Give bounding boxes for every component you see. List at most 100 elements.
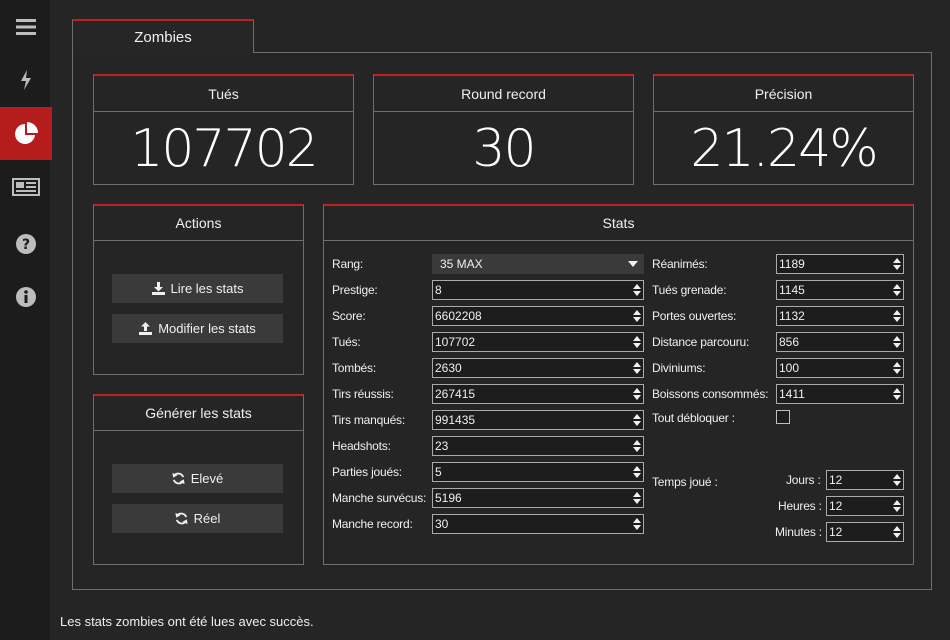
round-record-label: Manche record: — [332, 517, 413, 531]
tab-zombies[interactable]: Zombies — [72, 19, 254, 53]
unlock-all-checkbox[interactable] — [776, 410, 790, 424]
time-played-label: Temps joué : — [652, 475, 718, 489]
hours-field[interactable]: 12 — [826, 496, 904, 516]
kills-card: Tués 107702 — [93, 74, 354, 185]
accuracy-card-value: 21.24% — [690, 118, 878, 179]
score-value: 6602208 — [435, 309, 482, 323]
grenade-kills-field[interactable]: 1145 — [776, 280, 904, 300]
downs-label: Tombés: — [332, 361, 376, 375]
accuracy-card-title: Précision — [654, 76, 913, 112]
distance-label: Distance parcouru: — [652, 335, 750, 349]
menu-icon — [16, 18, 36, 35]
score-field[interactable]: 6602208 — [432, 306, 644, 326]
actions-box: Actions Lire les stats Modifier les stat… — [93, 204, 304, 375]
spinner-icon[interactable] — [631, 437, 643, 455]
games-field[interactable]: 5 — [432, 462, 644, 482]
drinks-field[interactable]: 1411 — [776, 384, 904, 404]
rank-select[interactable]: 35 MAX — [432, 254, 644, 274]
spinner-icon[interactable] — [891, 497, 903, 515]
spinner-icon[interactable] — [891, 385, 903, 403]
days-label: Jours : — [786, 473, 821, 487]
rank-select-value: 35 MAX — [440, 257, 483, 271]
minutes-field[interactable]: 12 — [826, 522, 904, 542]
headshots-value: 23 — [435, 439, 449, 453]
divinium-field[interactable]: 100 — [776, 358, 904, 378]
drinks-label: Boissons consommés: — [652, 387, 769, 401]
spinner-icon[interactable] — [891, 307, 903, 325]
spinner-icon[interactable] — [631, 359, 643, 377]
spinner-icon[interactable] — [631, 515, 643, 533]
rounds-survived-field[interactable]: 5196 — [432, 488, 644, 508]
spinner-icon[interactable] — [891, 523, 903, 541]
rounds-survived-value: 5196 — [435, 491, 462, 505]
headshots-label: Headshots: — [332, 439, 391, 453]
headshots-field[interactable]: 23 — [432, 436, 644, 456]
prestige-label: Prestige: — [332, 283, 378, 297]
refresh-icon — [175, 512, 188, 525]
prestige-field[interactable]: 8 — [432, 280, 644, 300]
spinner-icon[interactable] — [631, 333, 643, 351]
spinner-icon[interactable] — [891, 333, 903, 351]
rounds-survived-label: Manche survécus: — [332, 491, 427, 505]
downs-field[interactable]: 2630 — [432, 358, 644, 378]
nav-help[interactable]: ? — [0, 217, 52, 270]
spinner-icon[interactable] — [891, 281, 903, 299]
kills-field[interactable]: 107702 — [432, 332, 644, 352]
spinner-icon[interactable] — [631, 281, 643, 299]
misses-field[interactable]: 991435 — [432, 410, 644, 430]
stats-title: Stats — [324, 206, 913, 241]
generate-title: Générer les stats — [94, 396, 303, 431]
prestige-value: 8 — [435, 283, 442, 297]
nav-news[interactable] — [0, 160, 52, 213]
round-record-field[interactable]: 30 — [432, 514, 644, 534]
spinner-icon[interactable] — [891, 471, 903, 489]
spinner-icon[interactable] — [891, 359, 903, 377]
accuracy-card: Précision 21.24% — [653, 74, 914, 185]
download-icon — [151, 282, 165, 295]
kills-card-title: Tués — [94, 76, 353, 112]
edit-stats-label: Modifier les stats — [158, 321, 256, 336]
revives-value: 1189 — [779, 257, 805, 271]
spinner-icon[interactable] — [891, 255, 903, 273]
minutes-label: Minutes : — [775, 525, 822, 539]
spinner-icon[interactable] — [631, 463, 643, 481]
distance-field[interactable]: 856 — [776, 332, 904, 352]
revives-field[interactable]: 1189 — [776, 254, 904, 274]
score-label: Score: — [332, 309, 366, 323]
spinner-icon[interactable] — [631, 489, 643, 507]
chevron-down-icon — [628, 261, 638, 267]
nav-stats[interactable] — [0, 107, 52, 160]
hits-field[interactable]: 267415 — [432, 384, 644, 404]
spinner-icon[interactable] — [631, 307, 643, 325]
nav-info[interactable] — [0, 270, 52, 323]
status-message: Les stats zombies ont été lues avec succ… — [60, 614, 314, 629]
generate-real-button[interactable]: Réel — [112, 504, 283, 533]
games-label: Parties joués: — [332, 465, 402, 479]
days-field[interactable]: 12 — [826, 470, 904, 490]
rank-label: Rang: — [332, 257, 364, 271]
spinner-icon[interactable] — [631, 385, 643, 403]
generate-high-button[interactable]: Elevé — [112, 464, 283, 493]
edit-stats-button[interactable]: Modifier les stats — [112, 314, 283, 343]
nav-menu[interactable] — [0, 0, 52, 53]
read-stats-button[interactable]: Lire les stats — [112, 274, 283, 303]
distance-value: 856 — [779, 335, 800, 349]
round-record-value: 30 — [435, 517, 449, 531]
hours-value: 12 — [829, 499, 843, 513]
read-stats-label: Lire les stats — [170, 281, 244, 296]
svg-text:?: ? — [22, 237, 30, 253]
doors-field[interactable]: 1132 — [776, 306, 904, 326]
games-value: 5 — [435, 465, 442, 479]
kills-label: Tués: — [332, 335, 361, 349]
downs-value: 2630 — [435, 361, 462, 375]
hits-label: Tirs réussis: — [332, 387, 394, 401]
sidebar: ? — [0, 0, 52, 640]
lightning-icon — [21, 69, 31, 90]
newspaper-icon — [12, 177, 40, 196]
nav-lightning[interactable] — [0, 53, 52, 106]
spinner-icon[interactable] — [631, 411, 643, 429]
round-record-card-title: Round record — [374, 76, 633, 112]
revives-label: Réanimés: — [652, 257, 708, 271]
unlock-all-label: Tout débloquer : — [652, 411, 735, 425]
generate-high-label: Elevé — [190, 471, 224, 486]
